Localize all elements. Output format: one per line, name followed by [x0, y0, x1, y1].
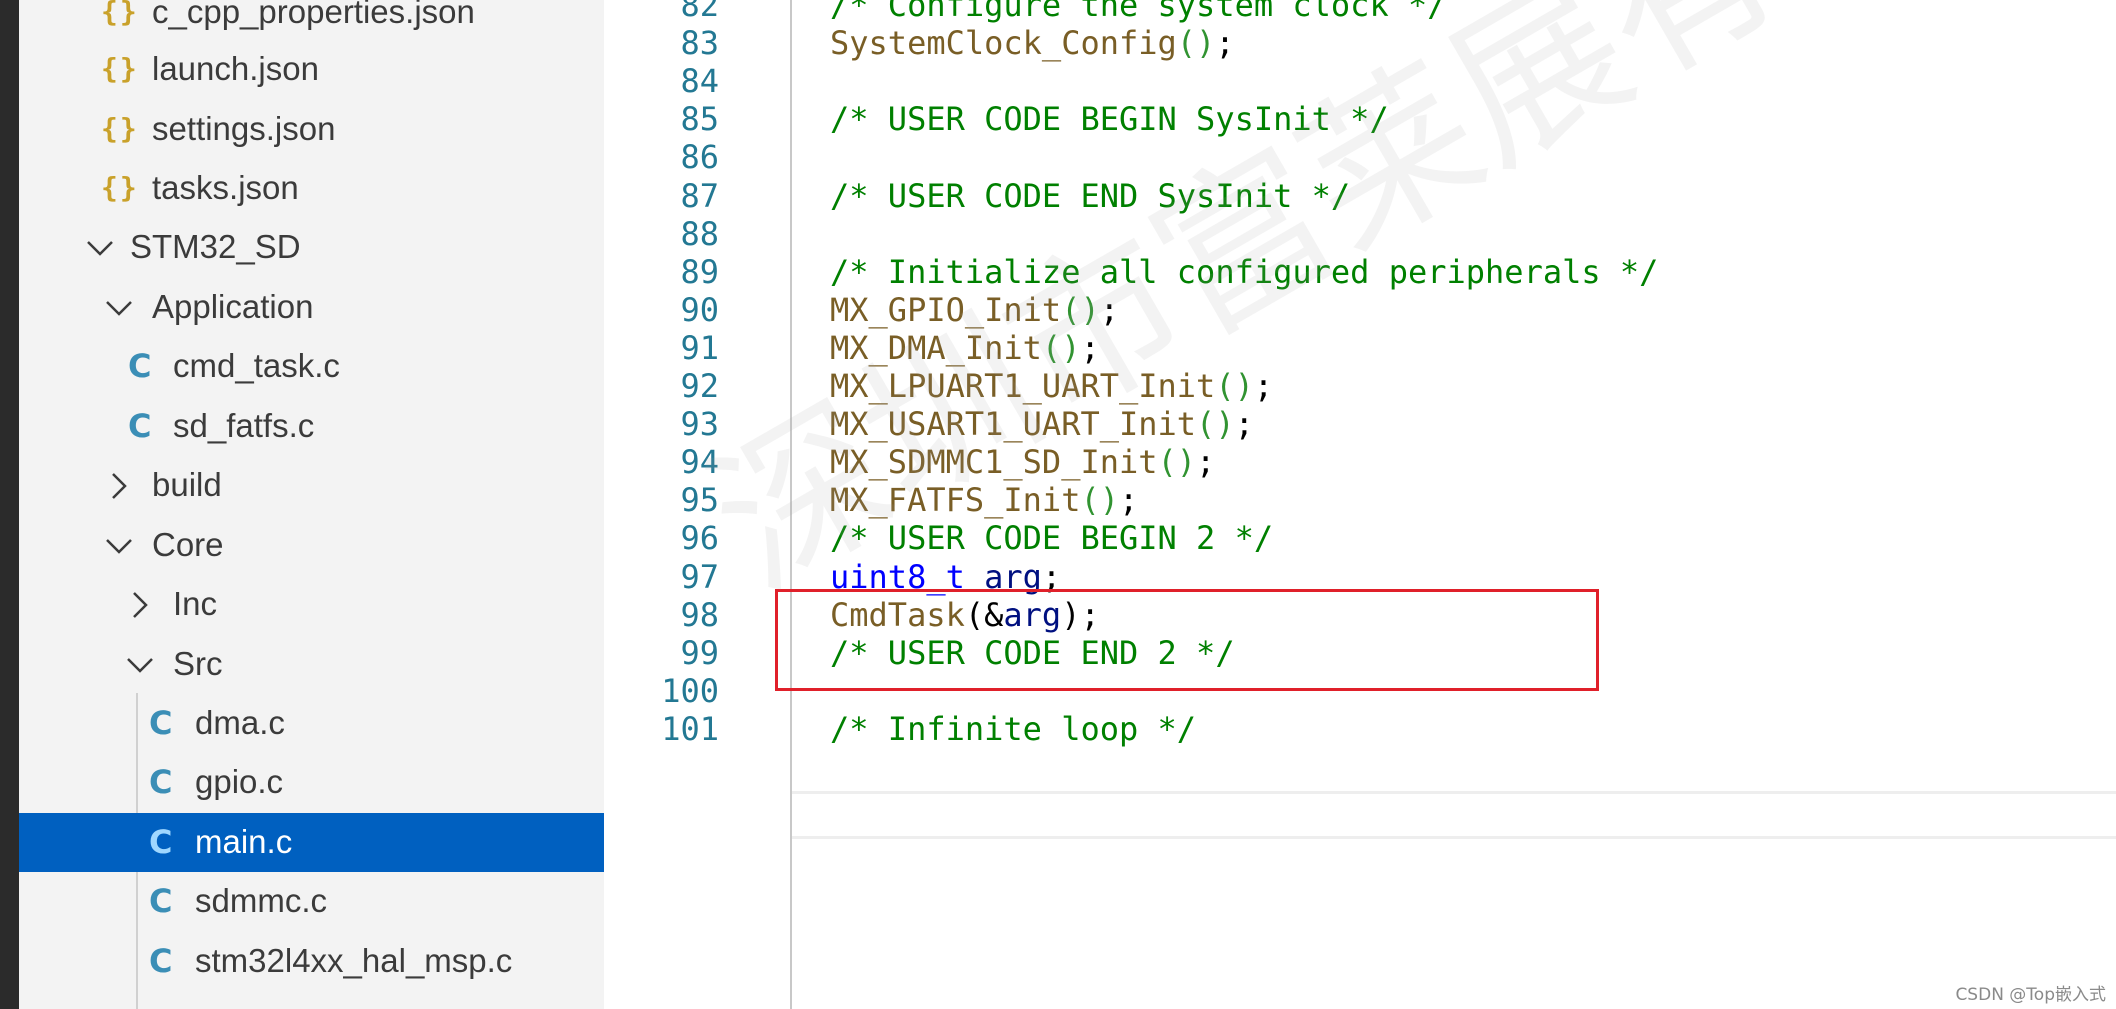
chevron-down-icon[interactable]	[101, 528, 137, 564]
code-editor[interactable]: 82/* Configure the system clock */83 Syst…	[604, 0, 2116, 1009]
chevron-down-icon[interactable]	[122, 647, 158, 683]
chevron-right-icon[interactable]	[101, 468, 137, 504]
chevron-right-icon[interactable]	[122, 587, 158, 623]
tree-item-label: STM32_SD	[130, 228, 301, 265]
current-line-highlight	[792, 791, 2116, 839]
tree-item-label: tasks.json	[152, 169, 299, 206]
activity-bar-edge	[0, 0, 19, 1009]
tree-item-dma-c[interactable]: Cdma.c	[19, 694, 604, 753]
tree-item-gpio-c[interactable]: Cgpio.c	[19, 753, 604, 812]
tree-item-src[interactable]: Src	[19, 635, 604, 694]
c-file-icon: C	[128, 347, 152, 385]
tree-item-label: Application	[152, 288, 314, 325]
tree-item-stm32l4xx-hal-msp-c[interactable]: Cstm32l4xx_hal_msp.c	[19, 932, 604, 991]
tree-item-label: settings.json	[152, 110, 336, 147]
json-file-icon: {}	[101, 0, 139, 28]
tree-item-label: launch.json	[152, 50, 319, 87]
tree-item-stm32-sd[interactable]: STM32_SD	[19, 218, 604, 277]
chevron-down-icon[interactable]	[101, 290, 137, 326]
chevron-down-icon[interactable]	[82, 230, 118, 266]
tree-item-cmd-task-c[interactable]: Ccmd_task.c	[19, 337, 604, 396]
json-file-icon: {}	[101, 52, 139, 85]
tree-item-label: cmd_task.c	[173, 347, 340, 384]
csdn-credit: CSDN @Top嵌入式	[1955, 985, 2106, 1005]
tree-item-build[interactable]: build	[19, 456, 604, 515]
c-file-icon: C	[149, 823, 173, 861]
tree-item-main-c[interactable]: Cmain.c	[19, 813, 604, 872]
screen: {} c_cpp_properties.json {} launch.json {} se…	[0, 0, 2116, 1009]
tree-item-sdmmc-c[interactable]: Csdmmc.c	[19, 872, 604, 931]
file-explorer: {} c_cpp_properties.json {} launch.json {} se…	[19, 0, 604, 1009]
c-file-icon: C	[149, 882, 173, 920]
tree-item-label: gpio.c	[195, 763, 284, 800]
tree-item-label: stm32l4xx_hal_msp.c	[195, 942, 513, 979]
c-file-icon: C	[128, 407, 152, 445]
tree-item-tasks-json[interactable]: {} tasks.json	[19, 159, 604, 218]
c-file-icon: C	[149, 763, 173, 801]
tree-item-c-cpp-properties-json[interactable]: {} c_cpp_properties.json	[19, 0, 604, 42]
tree-item-core[interactable]: Core	[19, 516, 604, 575]
json-file-icon: {}	[101, 171, 139, 204]
tree-item-application[interactable]: Application	[19, 278, 604, 337]
c-file-icon: C	[149, 942, 173, 980]
c-file-icon: C	[149, 704, 173, 742]
code-line[interactable]: 101 /* Infinite loop */	[604, 704, 2116, 755]
tree-item-inc[interactable]: Inc	[19, 575, 604, 634]
tree-item-label: sdmmc.c	[195, 882, 327, 919]
tree-item-label: c_cpp_properties.json	[152, 0, 475, 30]
tree-item-label: Src	[173, 645, 223, 682]
tree-item-launch-json[interactable]: {} launch.json	[19, 40, 604, 99]
tree-item-sd-fatfs-c[interactable]: Csd_fatfs.c	[19, 397, 604, 456]
tree-item-label: Inc	[173, 585, 218, 622]
line-number: 101	[661, 710, 719, 748]
tree-item-label: main.c	[195, 823, 293, 860]
tree-item-label: dma.c	[195, 704, 285, 741]
tree-item-label: Core	[152, 526, 224, 563]
json-file-icon: {}	[101, 112, 139, 145]
tree-item-label: sd_fatfs.c	[173, 407, 315, 444]
code-text: /* Infinite loop */	[830, 710, 1197, 748]
tree-item-label: build	[152, 466, 222, 503]
highlight-annotation-box	[775, 589, 1599, 691]
tree-item-settings-json[interactable]: {} settings.json	[19, 100, 604, 159]
